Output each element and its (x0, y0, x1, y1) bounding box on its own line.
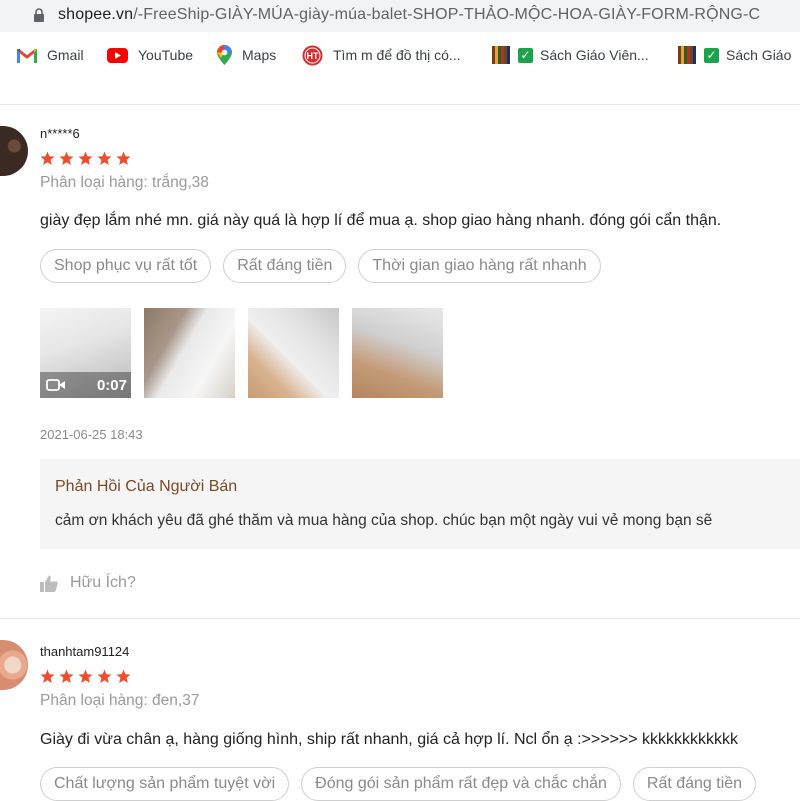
review-tag[interactable]: Rất đáng tiền (632, 767, 757, 801)
bookmark-ht[interactable]: HT Tìm m để đồ thị có... (302, 45, 461, 65)
review-image-thumbnail[interactable] (248, 308, 339, 398)
book-icon (678, 46, 696, 64)
bookmark-label: Sách Giáo Viên... (540, 47, 649, 63)
review-tag[interactable]: Chất lượng sản phẩm tuyệt vời (40, 767, 290, 801)
bookmark-label: YouTube (138, 47, 194, 63)
bookmark-sach-giao-vien-2[interactable]: ✓ Sách Giáo (678, 45, 791, 65)
star-icon (97, 151, 112, 165)
star-icon (40, 669, 55, 683)
lock-icon (34, 8, 44, 22)
bookmark-label: Tìm m để đồ thị có... (333, 47, 461, 63)
gmail-icon (17, 48, 37, 63)
review-video-thumbnail[interactable]: 0:07 (40, 308, 131, 398)
star-icon (78, 151, 93, 165)
bookmark-youtube[interactable]: YouTube (107, 45, 193, 65)
review-divider (0, 618, 800, 619)
review-tags: Shop phục vụ rất tốt Rất đáng tiền Thời … (40, 249, 601, 283)
review-tags: Chất lượng sản phẩm tuyệt vời Đóng gói s… (40, 767, 757, 801)
maps-icon (217, 45, 232, 65)
divider (0, 104, 800, 105)
star-icon (116, 151, 131, 165)
seller-reply-text: cảm ơn khách yêu đã ghé thăm và mua hàng… (55, 512, 713, 529)
review-variation: Phân loại hàng: đen,37 (40, 692, 200, 709)
ht-icon: HT (302, 45, 323, 65)
url-domain: shopee.vn (58, 6, 134, 23)
bookmark-maps[interactable]: Maps (217, 45, 276, 65)
check-icon: ✓ (704, 47, 719, 63)
review-tag[interactable]: Rất đáng tiền (223, 249, 347, 283)
video-duration: 0:07 (96, 376, 127, 394)
seller-reply: Phản Hồi Của Người Bán cảm ơn khách yêu … (40, 459, 800, 549)
review-media: 0:07 (40, 308, 443, 398)
review-variation: Phân loại hàng: trắng,38 (40, 174, 209, 191)
url-path: /-FreeShip-GIÀY-MÚA-giày-múa-balet-SHOP-… (133, 6, 761, 23)
review-image-thumbnail[interactable] (144, 308, 235, 398)
ht-icon-text: HT (307, 51, 319, 61)
helpful-button[interactable]: Hữu Ích? (40, 574, 136, 592)
review-tag[interactable]: Thời gian giao hàng rất nhanh (358, 249, 601, 283)
rating-stars (40, 151, 131, 167)
bookmark-label: Sách Giáo (726, 47, 792, 63)
thumbs-up-icon (40, 575, 58, 592)
book-icon (492, 46, 510, 64)
review-username: thanhtam91124 (40, 644, 130, 659)
star-icon (59, 151, 74, 165)
bookmark-gmail[interactable]: Gmail (17, 45, 84, 65)
star-icon (40, 151, 55, 165)
review-date: 2021-06-25 18:43 (40, 427, 143, 442)
bookmark-label: Gmail (47, 47, 84, 63)
check-icon: ✓ (518, 47, 533, 63)
avatar[interactable] (0, 126, 28, 176)
bookmark-sach-giao-vien-1[interactable]: ✓ Sách Giáo Viên... (492, 45, 649, 65)
bookmark-label: Maps (242, 47, 277, 63)
review-username: n*****6 (40, 126, 80, 141)
url-text[interactable]: shopee.vn/-FreeShip-GIÀY-MÚA-giày-múa-ba… (58, 6, 760, 24)
video-camera-icon (46, 379, 65, 391)
avatar[interactable] (0, 640, 28, 690)
review-comment: giày đẹp lắm nhé mn. giá này quá là hợp … (40, 212, 722, 229)
review-comment: Giày đi vừa chân ạ, hàng giống hình, shi… (40, 731, 739, 748)
review-tag[interactable]: Shop phục vụ rất tốt (40, 249, 212, 283)
video-overlay: 0:07 (40, 372, 131, 398)
rating-stars (40, 669, 131, 685)
seller-reply-title: Phản Hồi Của Người Bán (55, 478, 238, 495)
star-icon (116, 669, 131, 683)
address-bar[interactable]: shopee.vn/-FreeShip-GIÀY-MÚA-giày-múa-ba… (0, 0, 800, 32)
youtube-icon (107, 47, 128, 63)
review-tag[interactable]: Đóng gói sản phẩm rất đẹp và chắc chắn (301, 767, 621, 801)
star-icon (78, 669, 93, 683)
review-image-thumbnail[interactable] (352, 308, 443, 398)
star-icon (97, 669, 112, 683)
helpful-label: Hữu Ích? (70, 574, 136, 591)
star-icon (59, 669, 74, 683)
bookmarks-bar: Gmail YouTube Maps HT Tìm m để đồ thị có… (0, 38, 800, 72)
